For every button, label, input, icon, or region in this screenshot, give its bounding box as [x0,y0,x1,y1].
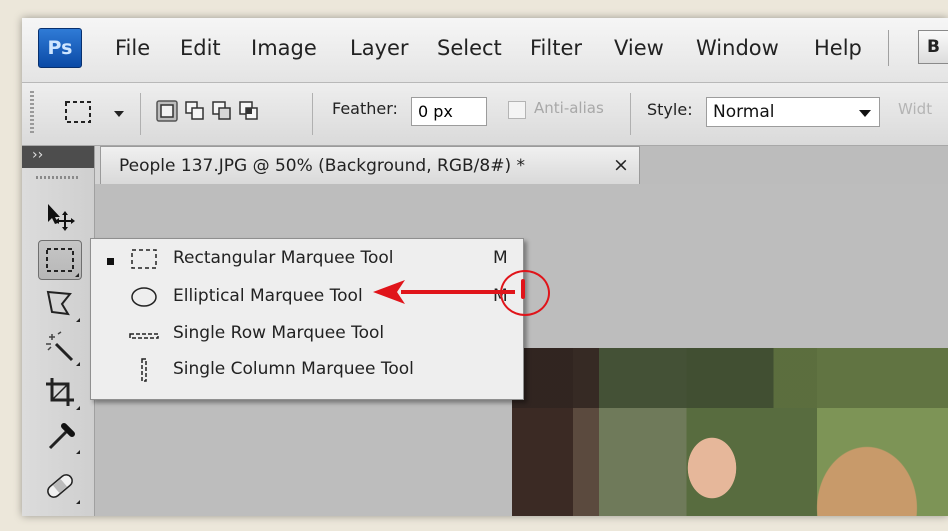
anti-alias-checkbox[interactable] [508,101,526,119]
flyout-item-label: Rectangular Marquee Tool [173,248,394,268]
annotation-circle [500,270,550,316]
add-to-selection-icon[interactable] [184,100,206,122]
document-title: People 137.JPG @ 50% (Background, RGB/8#… [119,156,525,176]
style-select[interactable]: Normal [706,97,880,127]
menu-edit[interactable]: Edit [180,36,221,60]
menu-filter[interactable]: Filter [530,36,582,60]
document-image-background [512,348,948,408]
healing-brush-tool[interactable] [38,466,82,506]
single-column-icon [141,358,147,382]
close-icon[interactable]: × [613,154,629,176]
style-select-value: Normal [713,102,775,122]
ellipse-marquee-icon [131,287,157,307]
feather-input[interactable]: 0 px [411,97,487,126]
move-tool[interactable] [38,196,82,236]
bridge-button[interactable]: B [918,30,948,64]
options-bar: Feather: 0 px Anti-alias Style: Normal W… [22,83,948,146]
options-grip[interactable] [30,91,34,135]
crop-tool[interactable] [38,372,82,412]
chevron-down-icon[interactable] [114,111,124,117]
anti-alias-label: Anti-alias [534,99,604,117]
collapse-icon[interactable]: ›› [32,147,43,163]
divider [630,93,631,135]
menu-image[interactable]: Image [251,36,317,60]
menu-bar: Ps File Edit Image Layer Select Filter V… [22,18,948,83]
rectangular-marquee-tool[interactable] [38,240,82,280]
chevron-down-icon [859,110,871,117]
marquee-tool-flyout: Rectangular Marquee Tool M Elliptical Ma… [90,238,524,400]
flyout-indicator [76,362,80,366]
flyout-indicator [76,450,80,454]
divider [140,93,141,135]
menu-window[interactable]: Window [696,36,779,60]
photoshop-logo: Ps [38,28,82,68]
selected-indicator [107,258,114,265]
flyout-item-label: Single Column Marquee Tool [173,359,414,379]
menu-help[interactable]: Help [814,36,862,60]
tools-panel: ›› [22,146,95,516]
flyout-indicator [75,273,79,277]
flyout-indicator [76,406,80,410]
tab-strip [640,146,948,185]
menu-layer[interactable]: Layer [350,36,409,60]
move-icon [48,204,75,231]
tools-panel-grip[interactable] [36,176,80,179]
tool-preset-picker-icon[interactable] [62,97,94,127]
divider [312,93,313,135]
feather-label: Feather: [332,99,398,118]
rect-marquee-icon [131,249,157,269]
single-row-icon [129,333,159,339]
width-label: Widt [898,100,933,118]
style-label: Style: [647,100,693,119]
annotation-arrow [373,280,515,304]
flyout-item-label: Single Row Marquee Tool [173,323,385,343]
flyout-item-single-row-marquee[interactable]: Single Row Marquee Tool [91,316,523,352]
eyedropper-tool[interactable] [38,416,82,456]
shortcut-key: M [493,248,508,268]
flyout-item-single-column-marquee[interactable]: Single Column Marquee Tool [91,352,523,388]
new-selection-icon[interactable] [156,100,178,122]
photoshop-window: Ps File Edit Image Layer Select Filter V… [22,18,948,516]
flyout-item-label: Elliptical Marquee Tool [173,286,363,306]
flyout-indicator [76,318,80,322]
subtract-from-selection-icon[interactable] [211,100,233,122]
annotation-mark [521,279,525,299]
menu-view[interactable]: View [614,36,664,60]
magic-wand-tool[interactable] [38,328,82,368]
tools-panel-header[interactable]: ›› [22,146,94,168]
intersect-selection-icon[interactable] [238,100,260,122]
flyout-item-rectangular-marquee[interactable]: Rectangular Marquee Tool M [91,241,523,277]
flyout-indicator [76,500,80,504]
lasso-tool[interactable] [38,284,82,324]
document-tab[interactable]: People 137.JPG @ 50% (Background, RGB/8#… [100,146,640,184]
menu-select[interactable]: Select [437,36,502,60]
menu-file[interactable]: File [115,36,150,60]
menu-separator [888,30,889,66]
